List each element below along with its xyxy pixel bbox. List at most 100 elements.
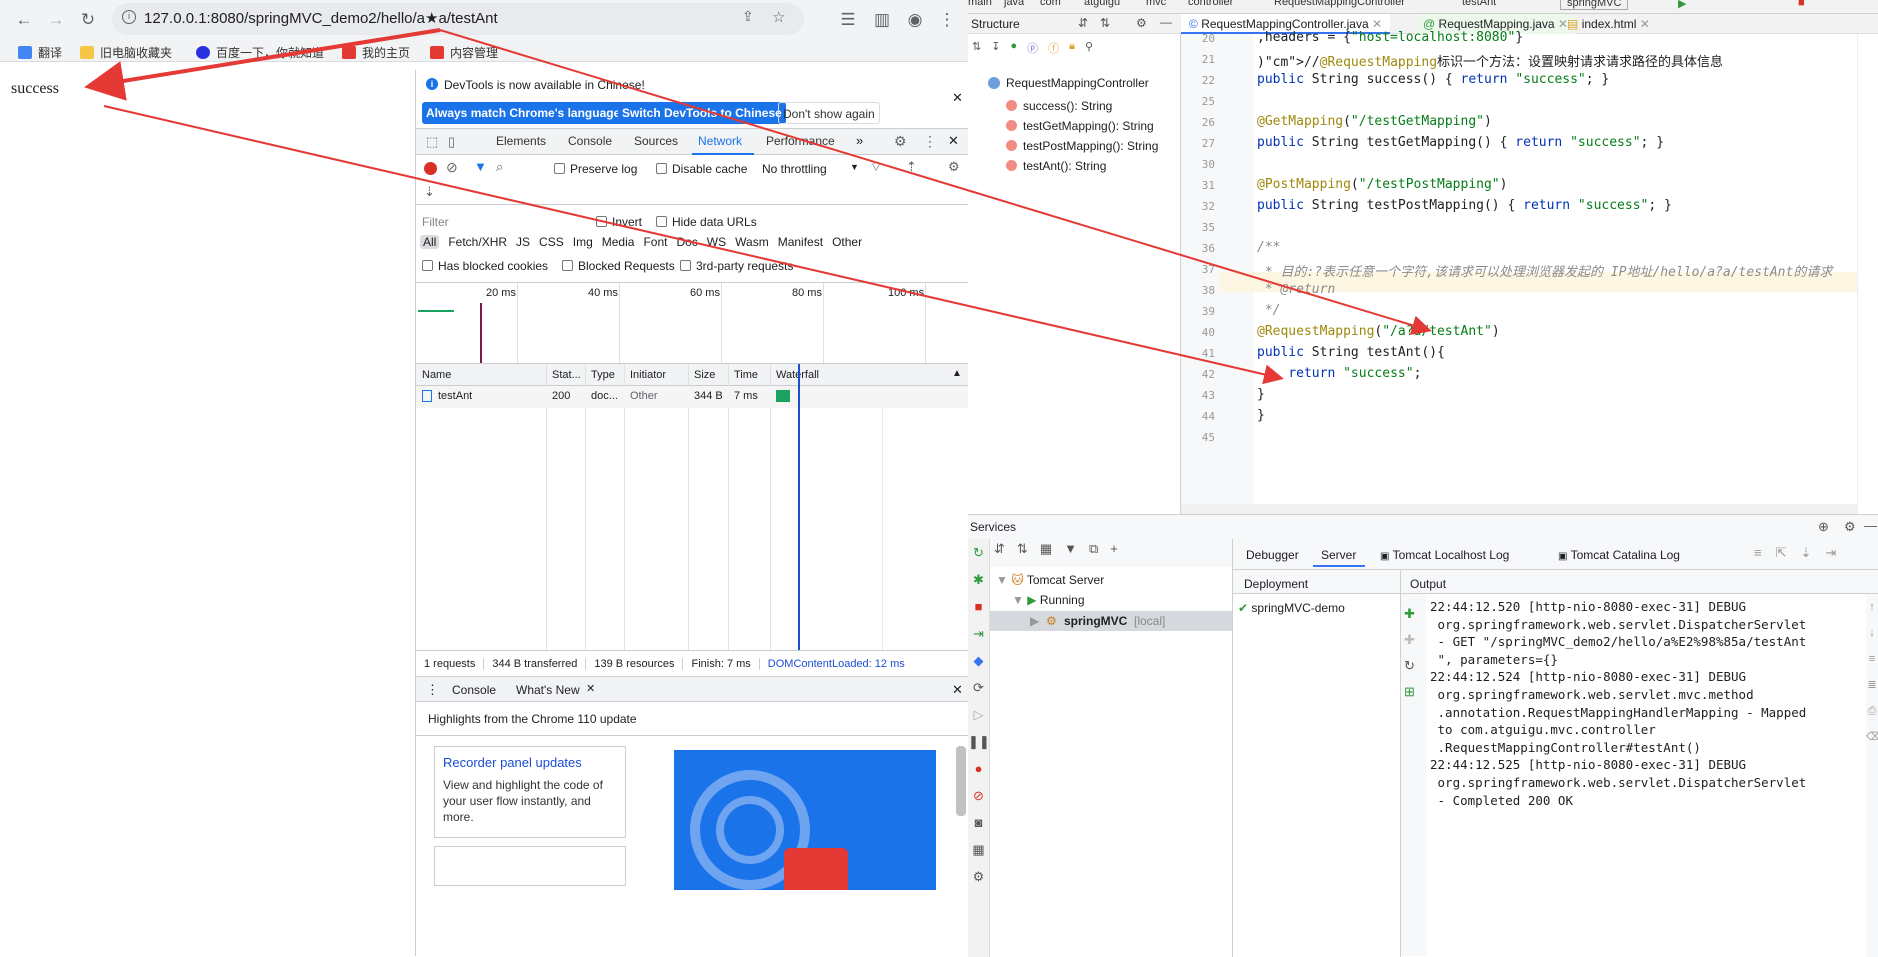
tree-node-springmvc[interactable]: ▶ ⚙ springMVC [local] bbox=[990, 611, 1232, 631]
debug-icon[interactable]: ✱ bbox=[968, 566, 989, 593]
third-party-checkbox[interactable]: 3rd-party requests bbox=[680, 259, 793, 273]
code-line[interactable]: /** bbox=[1257, 240, 1280, 255]
camera-icon[interactable]: ◙ bbox=[968, 809, 989, 836]
deploy-icon[interactable]: ✚ bbox=[1404, 601, 1415, 627]
breadcrumb-item[interactable]: java bbox=[1004, 0, 1024, 8]
type-filter-doc[interactable]: Doc bbox=[676, 235, 697, 249]
type-filter-other[interactable]: Other bbox=[832, 235, 862, 249]
type-filter-wasm[interactable]: Wasm bbox=[735, 235, 769, 249]
refresh-icon[interactable]: ⟳ bbox=[968, 674, 989, 701]
type-filter-css[interactable]: CSS bbox=[539, 235, 564, 249]
card-title[interactable]: Recorder panel updates bbox=[443, 755, 582, 770]
update-icon[interactable]: ◆ bbox=[968, 647, 989, 674]
print-icon[interactable]: ⎙ bbox=[1866, 698, 1878, 724]
rerun-icon[interactable]: ↻ bbox=[968, 539, 989, 566]
artifact-icon[interactable]: ⊞ bbox=[1404, 679, 1415, 705]
star-icon[interactable]: ☆ bbox=[772, 8, 785, 26]
type-filter-js[interactable]: JS bbox=[516, 235, 530, 249]
share-icon[interactable]: ⇪ bbox=[742, 8, 754, 25]
type-filter-img[interactable]: Img bbox=[573, 235, 593, 249]
settings-icon[interactable]: ⚙ bbox=[968, 863, 989, 890]
tab-network[interactable]: Network bbox=[698, 134, 742, 148]
kebab-icon[interactable]: ⋮ bbox=[923, 133, 937, 150]
clear-icon[interactable]: ⌫ bbox=[1866, 724, 1878, 750]
chevron-down-icon[interactable]: ▼ bbox=[850, 162, 859, 172]
inherited-icon[interactable]: ⓕ bbox=[1048, 40, 1059, 56]
tab-localhost-log[interactable]: ▣ Tomcat Localhost Log bbox=[1380, 548, 1509, 562]
filter-icon[interactable]: ▼ bbox=[474, 159, 487, 174]
tab-console[interactable]: Console bbox=[568, 134, 612, 148]
stop-icon[interactable]: ■ bbox=[1798, 0, 1805, 9]
structure-item[interactable]: testGetMapping(): String bbox=[1006, 116, 1158, 136]
always-match-button[interactable]: Always match Chrome's language bbox=[422, 102, 625, 124]
throttling-select[interactable]: No throttling bbox=[762, 162, 827, 176]
globe-icon[interactable]: ⊕ bbox=[1818, 519, 1829, 535]
menu-icon[interactable]: ⋮ bbox=[935, 8, 959, 32]
collapse-all-icon[interactable]: ⇅ bbox=[1017, 541, 1028, 557]
gear-icon[interactable]: ⚙ bbox=[894, 133, 907, 150]
scroll-up-icon[interactable]: ↑ bbox=[1866, 594, 1878, 620]
invert-checkbox[interactable]: Invert bbox=[596, 215, 642, 229]
code-line[interactable]: )"cm">//@RequestMapping标识一个方法：设置映射请求请求路径… bbox=[1257, 51, 1723, 70]
group-icon[interactable]: ▦ bbox=[1040, 541, 1052, 557]
drawer-tab-whats-new[interactable]: What's New bbox=[516, 683, 580, 697]
search-icon[interactable]: ⌕ bbox=[496, 159, 503, 175]
bookmark-item[interactable]: 旧电脑收藏夹 bbox=[80, 44, 172, 61]
breadcrumb-item[interactable]: controller bbox=[1188, 0, 1233, 8]
list-icon[interactable]: ≡ bbox=[1754, 545, 1762, 561]
download-icon[interactable]: ⇣ bbox=[1801, 545, 1812, 561]
undeploy-icon[interactable]: ✚ bbox=[1404, 627, 1415, 653]
media-icon[interactable]: ☰ bbox=[836, 8, 860, 32]
code-line[interactable]: @GetMapping("/testGetMapping") bbox=[1257, 114, 1492, 129]
new-tab-icon[interactable]: ⧉ bbox=[1089, 541, 1098, 557]
bookmark-item[interactable]: 我的主页 bbox=[342, 44, 410, 61]
breadcrumb-item[interactable]: mvc bbox=[1146, 0, 1166, 8]
redeploy-icon[interactable]: ↻ bbox=[1404, 653, 1415, 679]
type-filter-manifest[interactable]: Manifest bbox=[778, 235, 823, 249]
add-icon[interactable]: + bbox=[1110, 541, 1118, 557]
filter-input[interactable]: Filter bbox=[422, 215, 449, 229]
restore-icon[interactable]: ⇱ bbox=[1776, 545, 1787, 561]
minimize-icon[interactable]: — bbox=[1864, 518, 1877, 533]
structure-item[interactable]: testAnt(): String bbox=[1006, 156, 1158, 176]
breadcrumb-item[interactable]: main bbox=[968, 0, 992, 8]
editor-scrollbar[interactable] bbox=[1857, 34, 1878, 514]
preserve-log-checkbox[interactable]: Preserve log bbox=[554, 162, 637, 176]
col-time[interactable]: Time bbox=[734, 369, 758, 381]
type-filter-media[interactable]: Media bbox=[602, 235, 635, 249]
layout-icon[interactable]: ▦ bbox=[968, 836, 989, 863]
col-type[interactable]: Type bbox=[591, 369, 615, 381]
type-filter-ws[interactable]: WS bbox=[707, 235, 726, 249]
sidepanel-icon[interactable]: ▥ bbox=[870, 8, 894, 32]
expand-all-icon[interactable]: ⇵ bbox=[994, 541, 1005, 557]
close-drawer-icon[interactable]: ✕ bbox=[952, 682, 963, 698]
filter-icon[interactable]: ⚲ bbox=[1085, 40, 1093, 56]
address-bar[interactable]: i 127.0.0.1:8080/springMVC_demo2/hello/a… bbox=[112, 3, 804, 35]
record-icon[interactable] bbox=[424, 162, 437, 175]
switch-language-button[interactable]: Switch DevTools to Chinese bbox=[618, 102, 786, 124]
code-line[interactable]: ,headers = {"host=localhost:8080"} bbox=[1257, 30, 1523, 45]
close-devtools-icon[interactable]: ✕ bbox=[948, 133, 959, 149]
code-line[interactable]: * @return bbox=[1257, 282, 1335, 297]
network-conditions-icon[interactable]: ⌔ bbox=[870, 159, 882, 175]
wrap-icon[interactable]: ≡ bbox=[1866, 646, 1878, 672]
reload-icon[interactable]: ↻ bbox=[76, 8, 100, 32]
sort-up-icon[interactable]: ▲ bbox=[952, 368, 962, 379]
blocked-cookies-checkbox[interactable]: Has blocked cookies bbox=[422, 259, 548, 273]
scroll-down-icon[interactable]: ↓ bbox=[1866, 620, 1878, 646]
type-filter-fetch[interactable]: Fetch/XHR bbox=[448, 235, 507, 249]
code-line[interactable]: } bbox=[1257, 408, 1265, 423]
run-config-select[interactable]: springMVC bbox=[1560, 0, 1629, 10]
type-filter-all[interactable]: All bbox=[420, 235, 440, 249]
timeline-overview[interactable]: 20 ms 40 ms 60 ms 80 ms 100 ms bbox=[416, 283, 969, 363]
inspect-icon[interactable]: ⬚ bbox=[426, 134, 438, 150]
deploy-icon[interactable]: ⇥ bbox=[968, 620, 989, 647]
stop-icon[interactable]: ■ bbox=[968, 593, 989, 620]
pause-icon[interactable]: ❚❚ bbox=[968, 728, 990, 755]
scroll-end-icon[interactable]: ≣ bbox=[1866, 672, 1878, 698]
code-line[interactable]: return "success"; bbox=[1257, 366, 1421, 381]
import-icon[interactable]: ⇡ bbox=[906, 159, 917, 175]
sort-icon[interactable]: ⇅ bbox=[972, 40, 981, 56]
breadcrumb-item[interactable]: RequestMappingController bbox=[1274, 0, 1405, 8]
collapse-all-icon[interactable]: ⇅ bbox=[1100, 16, 1110, 30]
